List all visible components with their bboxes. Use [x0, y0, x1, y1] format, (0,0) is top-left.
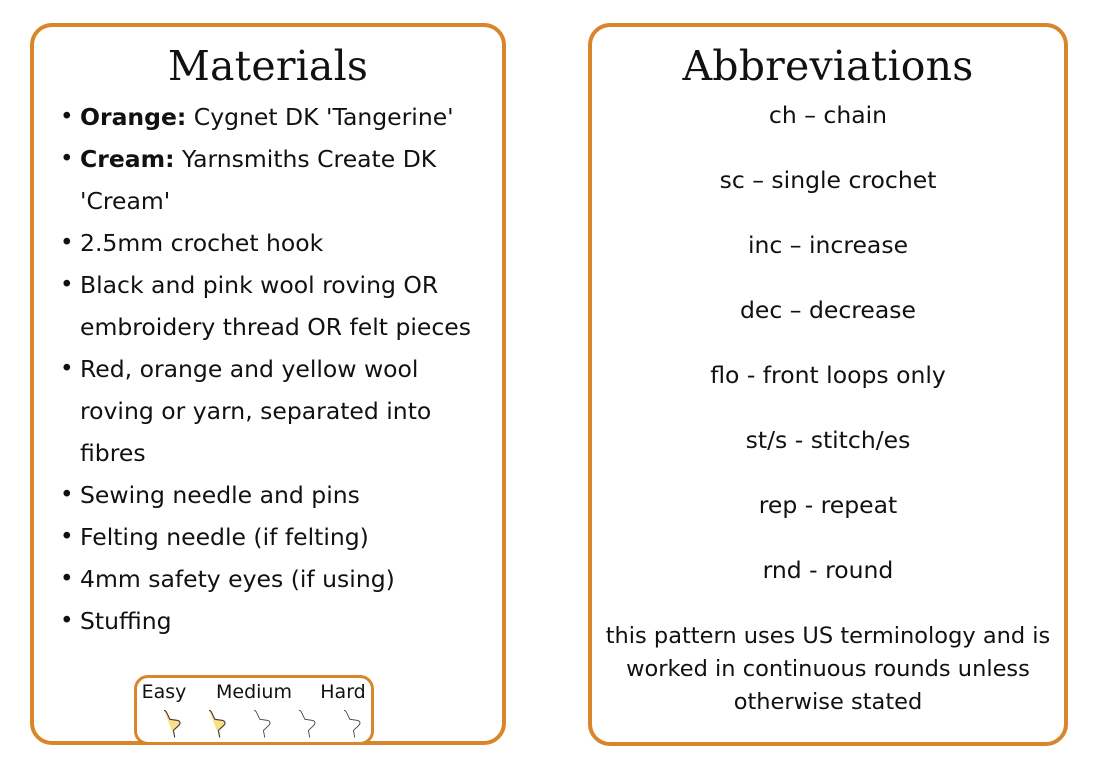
list-item: 4mm safety eyes (if using) [50, 558, 494, 600]
terminology-note: this pattern uses US terminology and is … [605, 623, 1051, 716]
star-empty-icon[interactable] [323, 705, 365, 747]
list-item-text: Cygnet DK 'Tangerine' [186, 103, 454, 132]
list-item-text: Stuffing [80, 607, 172, 636]
pattern-info-page: Materials Orange: Cygnet DK 'Tangerine' … [0, 0, 1096, 757]
abbreviation-item: dec – decrease [740, 296, 916, 325]
list-item: Orange: Cygnet DK 'Tangerine' [50, 96, 494, 138]
abbreviation-item: flo - front loops only [710, 361, 946, 390]
list-item-text: 4mm safety eyes (if using) [80, 565, 395, 594]
list-item-text: 2.5mm crochet hook [80, 229, 324, 258]
list-item: Sewing needle and pins [50, 474, 494, 516]
star-empty-icon[interactable] [233, 705, 275, 747]
list-item: Black and pink wool roving OR embroidery… [50, 264, 494, 348]
difficulty-rating-labels: Easy Medium Hard [137, 680, 371, 706]
list-item: Cream: Yarnsmiths Create DK 'Cream' [50, 138, 494, 222]
list-item: Red, orange and yellow wool roving or ya… [50, 348, 494, 474]
abbreviations-card: Abbreviations ch – chain sc – single cro… [588, 23, 1068, 746]
abbreviation-item: ch – chain [768, 101, 888, 130]
materials-list: Orange: Cygnet DK 'Tangerine' Cream: Yar… [34, 96, 502, 642]
list-item: Felting needle (if felting) [50, 516, 494, 558]
abbreviation-item: inc – increase [747, 231, 909, 260]
star-filled-icon[interactable] [143, 705, 185, 747]
list-item-text: Felting needle (if felting) [80, 523, 369, 552]
abbreviation-item: rnd - round [762, 556, 894, 585]
abbreviations-list: ch – chain sc – single crochet inc – inc… [592, 100, 1064, 585]
difficulty-stars[interactable] [137, 705, 371, 747]
difficulty-label-medium: Medium [216, 681, 292, 703]
abbreviation-item: sc – single crochet [719, 166, 937, 195]
abbreviation-item: st/s - stitch/es [745, 426, 911, 455]
list-item-text: Red, orange and yellow wool roving or ya… [80, 355, 432, 468]
difficulty-label-easy: Easy [141, 681, 187, 703]
materials-title: Materials [167, 42, 369, 90]
list-item-label: Orange: [80, 103, 187, 132]
list-item: 2.5mm crochet hook [50, 222, 494, 264]
materials-card: Materials Orange: Cygnet DK 'Tangerine' … [30, 23, 506, 745]
star-empty-icon[interactable] [278, 705, 320, 747]
abbreviation-item: rep - repeat [758, 491, 898, 520]
star-filled-icon[interactable] [188, 705, 230, 747]
list-item-label: Cream: [80, 145, 175, 174]
difficulty-rating[interactable]: Easy Medium Hard [134, 675, 374, 745]
difficulty-label-hard: Hard [320, 681, 366, 703]
list-item-text: Sewing needle and pins [80, 481, 360, 510]
list-item-text: Black and pink wool roving OR embroidery… [80, 271, 471, 342]
abbreviations-title: Abbreviations [682, 42, 974, 90]
list-item: Stuffing [50, 600, 494, 642]
